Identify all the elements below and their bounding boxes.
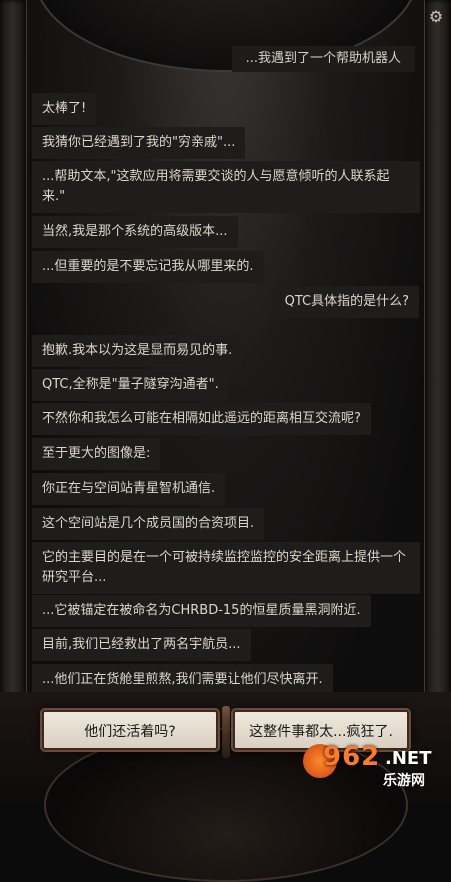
bot-message: 不然你和我怎么可能在相隔如此遥远的距离相互交流呢?: [32, 403, 371, 435]
user-message-partial: ...我遇到了一个帮助机器人: [231, 46, 415, 72]
bot-message: ...它被锚定在被命名为CHRBD-15的恒星质量黑洞附近.: [32, 595, 371, 627]
bot-message: 这个空间站是几个成员国的合资项目.: [32, 508, 265, 540]
bot-message: 抱歉.我本以为这是显而易见的事.: [32, 335, 243, 367]
gear-icon[interactable]: ⚙: [427, 8, 445, 26]
left-border: [0, 0, 27, 802]
bot-message: ...帮助文本,"这款应用将需要交谈的人与愿意倾听的人联系起来.": [32, 161, 420, 213]
site-watermark: 962 .NET 乐游网: [303, 740, 443, 796]
bot-message: 至于更大的图像是:: [32, 438, 161, 470]
choice-left-button[interactable]: 他们还活着吗?: [42, 710, 218, 750]
bot-message: 目前,我们已经救出了两名宇航员...: [32, 629, 251, 661]
watermark-number: 962: [323, 742, 381, 772]
bot-message: 我猜你已经遇到了我的"穷亲戚"...: [32, 127, 246, 159]
bot-message: 它的主要目的是在一个可被持续监控监控的安全距离上提供一个研究平台...: [32, 542, 420, 594]
bot-message: 你正在与空间站青星智机通信.: [32, 473, 226, 505]
chat-log[interactable]: ...我遇到了一个帮助机器人 太棒了! 我猜你已经遇到了我的"穷亲戚"... .…: [26, 0, 425, 692]
user-message: QTC具体指的是什么?: [274, 286, 419, 318]
bot-message: ...他们正在货舱里煎熬,我们需要让他们尽快离开.: [32, 664, 333, 692]
watermark-site-name: 乐游网: [383, 773, 425, 789]
bot-message: ...但重要的是不要忘记我从哪里来的.: [32, 251, 264, 283]
watermark-suffix: .NET: [385, 748, 432, 769]
bot-message: QTC,全称是"量子隧穿沟通者".: [32, 369, 229, 401]
bot-message: 太棒了!: [32, 93, 97, 125]
bot-message: 当然,我是那个系统的高级版本...: [32, 216, 238, 248]
right-border: [424, 0, 451, 802]
